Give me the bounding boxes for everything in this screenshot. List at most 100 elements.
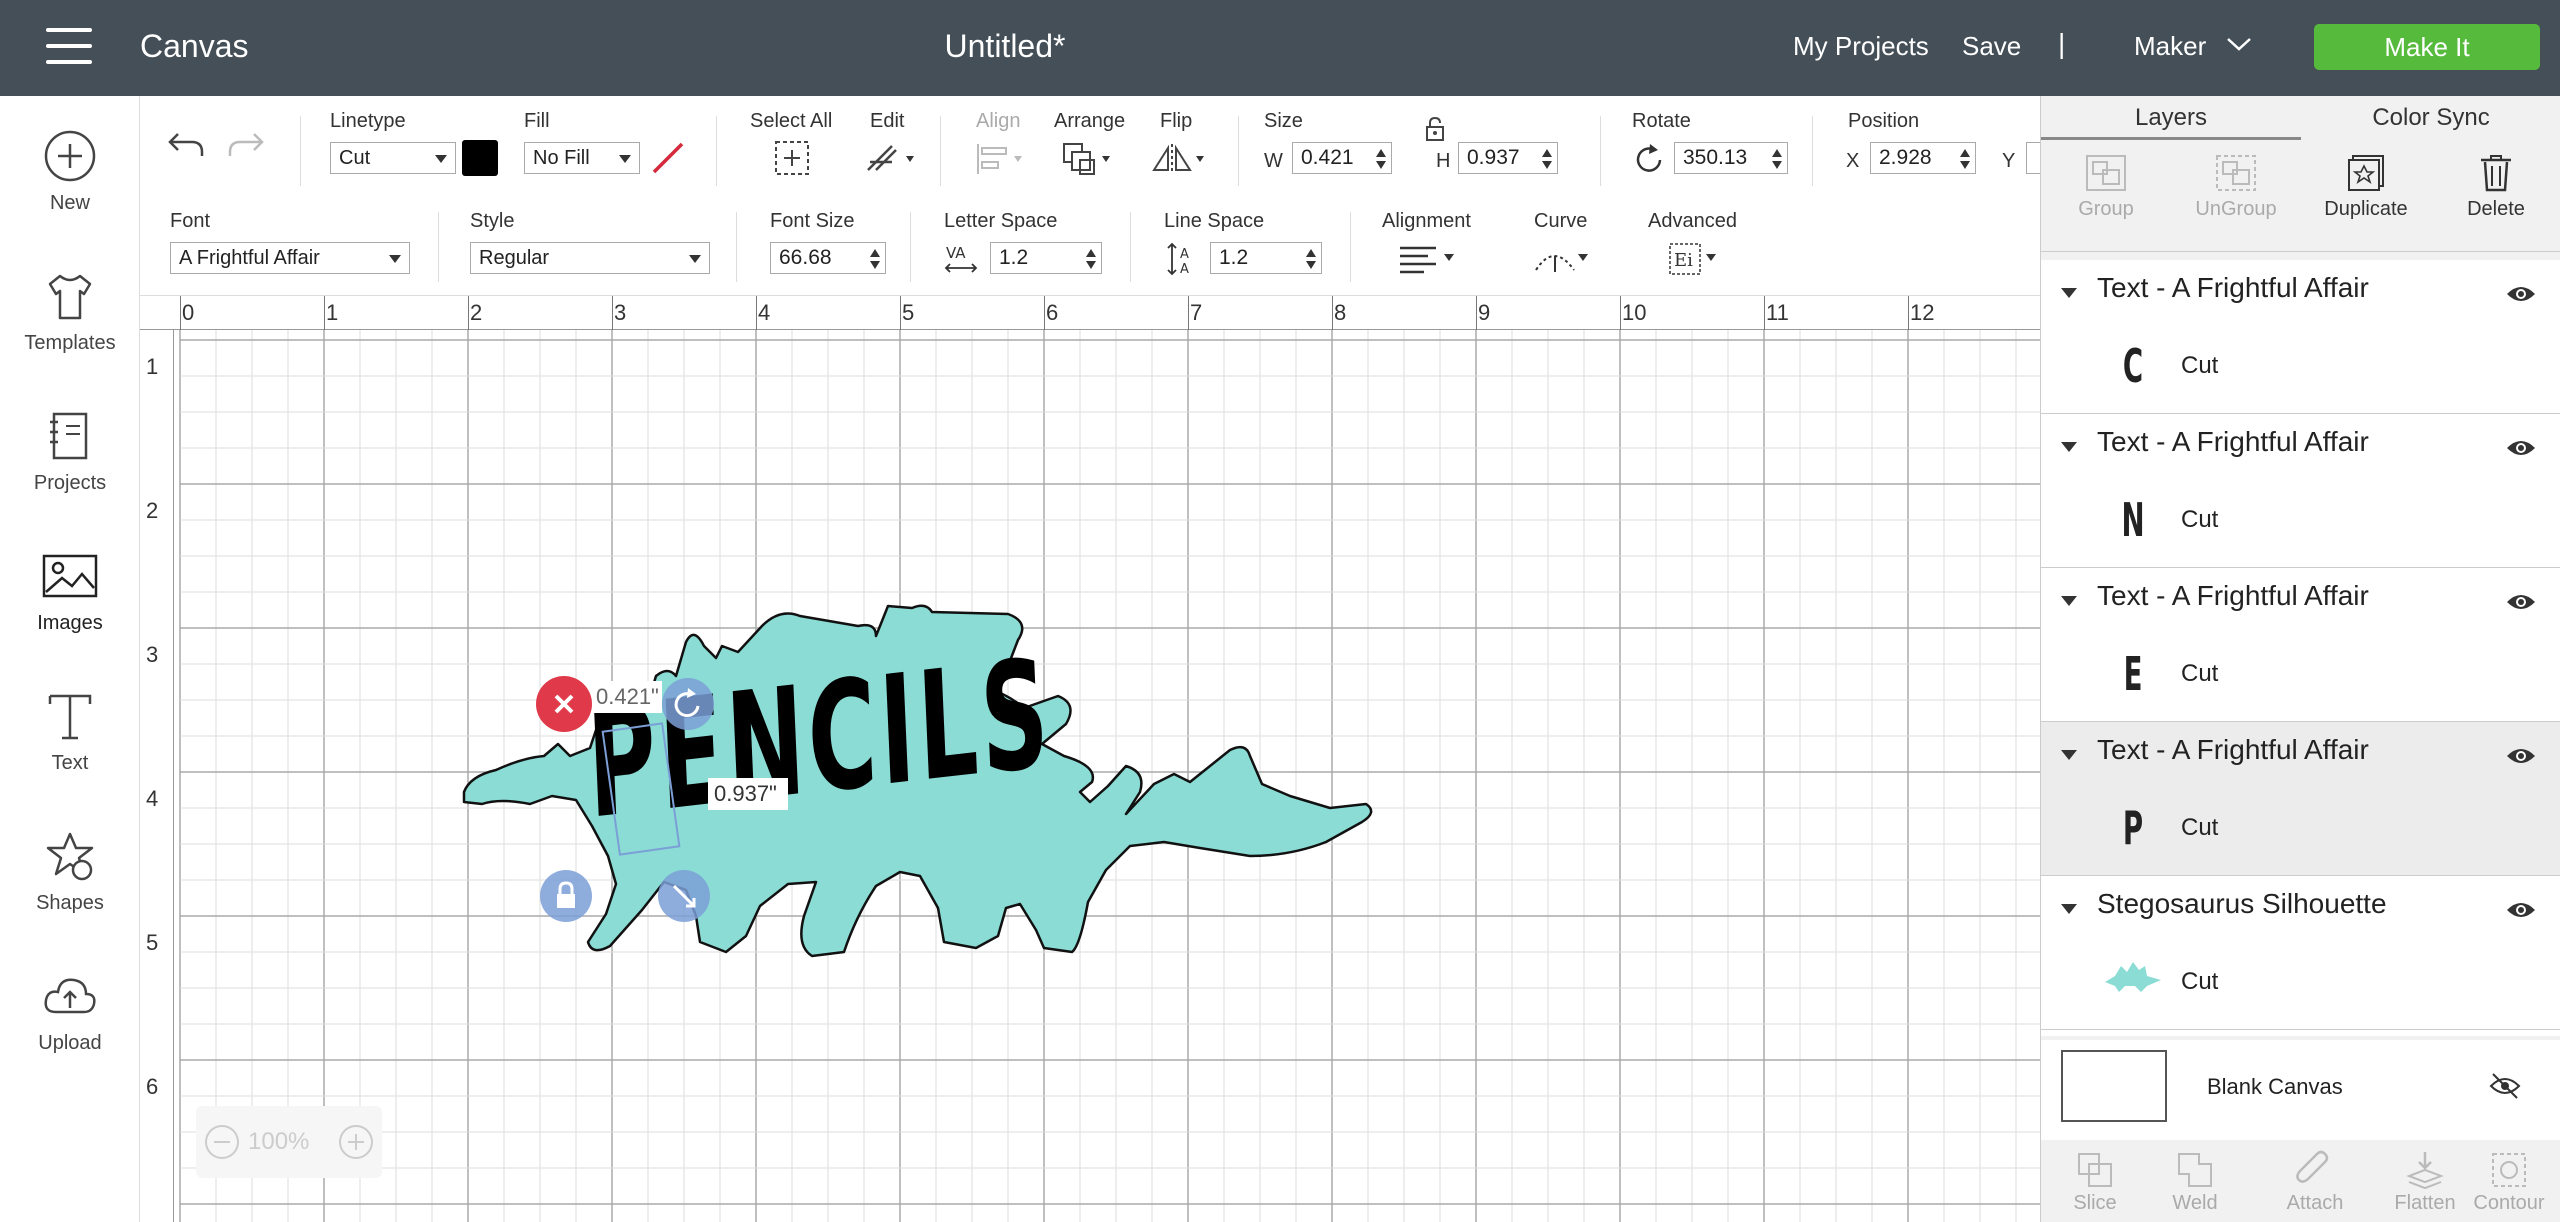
stepper-icon[interactable]	[1375, 147, 1387, 171]
height-input[interactable]: 0.937	[1458, 142, 1558, 174]
layer-name: Text - A Frightful Affair	[2097, 734, 2369, 765]
my-projects-link[interactable]: My Projects	[1793, 31, 1929, 62]
size-label: Size	[1264, 110, 1303, 132]
stepper-icon[interactable]	[1959, 147, 1971, 171]
tab-color-sync[interactable]: Color Sync	[2301, 96, 2560, 140]
fill-select[interactable]: No Fill	[524, 142, 640, 174]
eye-icon[interactable]	[2505, 898, 2537, 922]
tab-layers[interactable]: Layers	[2041, 96, 2301, 140]
eye-icon[interactable]	[2505, 744, 2537, 768]
eye-icon[interactable]	[2505, 590, 2537, 614]
lock-open-icon[interactable]	[1424, 116, 1446, 142]
resize-handle-icon[interactable]	[656, 868, 712, 924]
slice-label: Slice	[2073, 1192, 2117, 1214]
layer-thumbnail: E	[2123, 647, 2143, 701]
make-it-button[interactable]: Make It	[2314, 24, 2540, 70]
letter-space-input[interactable]: 1.2	[990, 242, 1102, 274]
letter-space-value: 1.2	[999, 246, 1029, 269]
collapse-triangle-icon[interactable]	[2061, 442, 2077, 452]
text-align-icon[interactable]	[1396, 242, 1460, 276]
layer-thumbnail: C	[2122, 339, 2144, 393]
plus-circle-icon	[44, 130, 96, 182]
collapse-triangle-icon[interactable]	[2061, 750, 2077, 760]
chevron-down-icon[interactable]	[2226, 34, 2252, 54]
linetype-select[interactable]: Cut	[330, 142, 456, 174]
style-select[interactable]: Regular	[470, 242, 710, 274]
group-button[interactable]: Group	[2041, 142, 2171, 252]
no-fill-swatch-icon[interactable]	[650, 140, 686, 176]
design-canvas[interactable]: 0 1 2 3 4 5 6 7 8 9 10 11 12 123456 PENCILS 0.421" 0…	[140, 296, 2040, 1222]
toolbar-divider	[940, 116, 941, 186]
layer-operation: Cut	[2181, 814, 2219, 841]
shapes-icon	[46, 832, 94, 881]
collapse-triangle-icon[interactable]	[2061, 288, 2077, 298]
zoom-in-icon[interactable]	[338, 1124, 374, 1160]
weld-button[interactable]: Weld	[2145, 1140, 2245, 1215]
machine-selector[interactable]: Maker	[2134, 31, 2206, 62]
eye-hidden-icon[interactable]	[2489, 1072, 2521, 1100]
stepper-icon[interactable]	[1541, 147, 1553, 171]
layer-item[interactable]: Text - A Frightful Affair E Cut	[2041, 568, 2560, 722]
save-link[interactable]: Save	[1962, 31, 2021, 62]
select-all-icon[interactable]	[772, 140, 812, 176]
stepper-icon[interactable]	[1305, 247, 1317, 271]
line-space-input[interactable]: 1.2	[1210, 242, 1322, 274]
style-label: Style	[470, 210, 515, 232]
arrange-icon[interactable]	[1060, 140, 1116, 178]
sidebar-item-label: Projects	[33, 472, 107, 494]
toolbar-divider	[1238, 116, 1239, 186]
stepper-icon[interactable]	[869, 247, 881, 271]
blank-canvas-swatch[interactable]	[2061, 1050, 2167, 1122]
width-input[interactable]: 0.421	[1292, 142, 1392, 174]
attach-button[interactable]: Attach	[2265, 1140, 2365, 1215]
layer-item[interactable]: Text - A Frightful Affair N Cut	[2041, 414, 2560, 568]
stegosaurus-silhouette[interactable]	[140, 296, 2040, 1222]
sidebar-item-new[interactable]: New	[0, 128, 140, 258]
stepper-icon[interactable]	[1085, 247, 1097, 271]
sidebar-item-templates[interactable]: Templates	[0, 268, 140, 398]
font-size-input[interactable]: 66.68	[770, 242, 886, 274]
edit-scissors-icon[interactable]	[862, 140, 916, 176]
contour-button[interactable]: Contour	[2459, 1140, 2559, 1215]
ungroup-button[interactable]: UnGroup	[2171, 142, 2301, 252]
slice-button[interactable]: Slice	[2045, 1140, 2145, 1215]
delete-button[interactable]: Delete	[2431, 142, 2560, 252]
layer-item[interactable]: Text - A Frightful Affair P Cut	[2041, 722, 2560, 876]
sidebar-item-projects[interactable]: Projects	[0, 408, 140, 538]
delete-handle-icon[interactable]	[534, 674, 594, 734]
flip-icon[interactable]	[1150, 140, 1210, 178]
collapse-triangle-icon[interactable]	[2061, 596, 2077, 606]
redo-icon[interactable]	[226, 126, 266, 162]
sidebar-item-upload[interactable]: Upload	[0, 968, 140, 1098]
line-space-value: 1.2	[1219, 246, 1249, 269]
sidebar-item-text[interactable]: Text	[0, 688, 140, 818]
sidebar-item-shapes[interactable]: Shapes	[0, 828, 140, 958]
layer-operation: Cut	[2181, 660, 2219, 687]
eye-icon[interactable]	[2505, 282, 2537, 306]
width-label: W	[1264, 150, 1283, 172]
sidebar-item-images[interactable]: Images	[0, 548, 140, 678]
advanced-icon[interactable]: Ei	[1668, 242, 1724, 276]
position-x-input[interactable]: 2.928	[1870, 142, 1976, 174]
undo-icon[interactable]	[166, 126, 206, 162]
blank-canvas-row[interactable]: Blank Canvas	[2041, 1040, 2560, 1140]
weld-icon	[2178, 1153, 2212, 1187]
stepper-icon[interactable]	[1771, 147, 1783, 171]
eye-icon[interactable]	[2505, 436, 2537, 460]
curve-icon[interactable]	[1532, 242, 1592, 276]
zoom-out-icon[interactable]	[204, 1124, 240, 1160]
rotate-handle-icon[interactable]	[660, 676, 716, 732]
duplicate-icon	[2348, 155, 2384, 191]
lock-handle-icon[interactable]	[538, 868, 594, 924]
font-select[interactable]: A Frightful Affair	[170, 242, 410, 274]
rotate-input[interactable]: 350.13	[1674, 142, 1788, 174]
svg-text:VA: VA	[946, 244, 966, 262]
notebook-icon	[50, 412, 88, 460]
layer-item[interactable]: Stegosaurus Silhouette Cut	[2041, 876, 2560, 1030]
duplicate-button[interactable]: Duplicate	[2301, 142, 2431, 252]
linetype-color-swatch[interactable]	[462, 140, 498, 176]
collapse-triangle-icon[interactable]	[2061, 904, 2077, 914]
toolbar-divider	[1812, 116, 1813, 186]
layer-item[interactable]: Text - A Frightful Affair C Cut	[2041, 260, 2560, 414]
layer-name: Text - A Frightful Affair	[2097, 426, 2369, 457]
